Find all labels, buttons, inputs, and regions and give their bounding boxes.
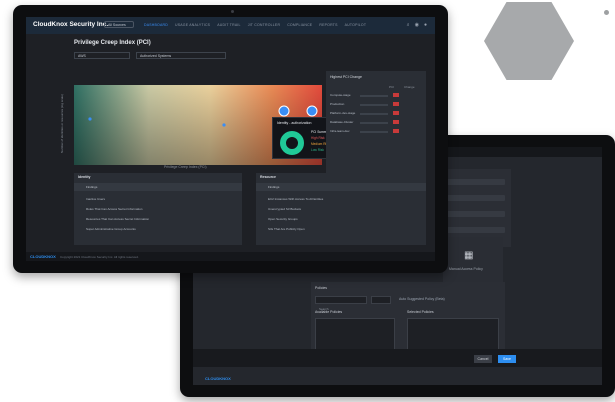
page-title: Privilege Creep Index (PCI) — [74, 40, 151, 46]
back-action-bar — [193, 349, 602, 367]
camera-dot — [231, 10, 234, 13]
panel-row[interactable]: Production — [330, 102, 422, 108]
data-bubble[interactable] — [278, 105, 290, 117]
pci-change-panel: Highest PCI Change PCI Change Compute-st… — [326, 71, 426, 177]
panel-row[interactable]: Database-Cluster — [330, 120, 422, 126]
popup-title: Identity - authorization — [277, 121, 312, 125]
available-title: Available Policies — [315, 310, 343, 314]
auto-suggest-option[interactable]: Auto Suggested Policy (Beta) — [399, 297, 445, 301]
search-input[interactable]: Search — [315, 296, 367, 311]
scope-select[interactable]: Authorized Systems — [136, 52, 226, 59]
finding-item[interactable]: Unencrypted S3 Buckets — [268, 207, 301, 211]
top-nav: CloudKnox Security Inc. All Sources DASH… — [26, 17, 435, 34]
finding-item[interactable]: Inactive Users — [86, 197, 105, 201]
front-screen: CloudKnox Security Inc. All Sources DASH… — [26, 17, 435, 261]
panel-title: Highest PCI Change — [330, 75, 362, 79]
nav-tabs: DASHBOARD USAGE ANALYTICS AUDIT TRAIL JI… — [144, 23, 366, 27]
save-button[interactable]: Save — [498, 355, 516, 363]
col-change: Change — [404, 85, 415, 89]
panel-row[interactable]: Compute-stage — [330, 93, 422, 99]
tab-dashboard[interactable]: DASHBOARD — [144, 23, 168, 27]
finding-item[interactable]: Roles That Can Access Secret Information — [86, 207, 142, 211]
tab-usage-analytics[interactable]: USAGE ANALYTICS — [175, 23, 210, 27]
col-pci: PCI — [389, 85, 395, 89]
donut-icon — [280, 131, 304, 155]
cancel-button[interactable]: Cancel — [474, 355, 492, 363]
type-select[interactable] — [371, 296, 391, 304]
decorative-hexagon — [484, 2, 574, 80]
decorative-dot — [604, 10, 609, 15]
data-point[interactable] — [222, 123, 226, 127]
section-title: Identity — [78, 175, 91, 179]
user-icon[interactable]: ● — [424, 22, 427, 28]
popup-line: High Risk — [311, 136, 325, 140]
finding-item[interactable]: Super Administrative Group Accounts — [86, 227, 136, 231]
panel-row[interactable]: Platform-dev-stage — [330, 111, 422, 117]
tile-caption: Manual Access Policy — [449, 267, 483, 271]
app-title: CloudKnox Security Inc. — [33, 21, 109, 28]
system-select[interactable]: AWS — [74, 52, 130, 59]
finding-item[interactable]: S3s That Are Publicly Open — [268, 227, 305, 231]
finding-item[interactable]: Resources That Can Access Secret Informa… — [86, 217, 149, 221]
panel-row[interactable]: Infra-team-dev — [330, 129, 422, 135]
tab-autopilot[interactable]: AUTOPILOT — [345, 23, 367, 27]
front-tablet: CloudKnox Security Inc. All Sources DASH… — [13, 5, 448, 273]
data-bubble[interactable] — [306, 105, 318, 117]
tab-audit-trail[interactable]: AUDIT TRAIL — [217, 23, 240, 27]
tab-compliance[interactable]: COMPLIANCE — [287, 23, 312, 27]
footer-copyright: Copyright 2021 CloudKnox Security Inc. A… — [60, 254, 139, 259]
section-title: Resource — [260, 175, 276, 179]
grid-icon: ▦ — [464, 250, 474, 261]
finding-item[interactable]: EC2 Instances With Access To All Entitie… — [268, 197, 323, 201]
search-icon[interactable]: ⌕ — [407, 22, 410, 28]
tab-reports[interactable]: REPORTS — [319, 23, 337, 27]
account-selector[interactable]: All Sources — [104, 21, 134, 28]
bell-icon[interactable]: ◉ — [415, 22, 419, 28]
selected-title: Selected Policies — [407, 310, 434, 314]
finding-item[interactable]: Open Security Groups — [268, 217, 298, 221]
back-footer-brand: CLOUDKNOX — [205, 376, 231, 381]
tab-jit-controller[interactable]: JIT CONTROLLER — [248, 23, 281, 27]
chart-x-label: Privilege Creep Index (PCI) — [164, 165, 207, 169]
footer: CLOUDKNOX Copyright 2021 CloudKnox Secur… — [26, 252, 435, 261]
form-title: Policies — [315, 286, 328, 290]
footer-brand: CLOUDKNOX — [30, 254, 56, 259]
popup-line: Low Risk — [311, 148, 324, 152]
identity-panel: Identity Findings Inactive Users Roles T… — [74, 173, 242, 245]
resource-panel: Resource Findings EC2 Instances With Acc… — [256, 173, 426, 245]
findings-header: Findings — [256, 183, 426, 191]
data-point[interactable] — [88, 117, 92, 121]
nav-icons: ⌕ ◉ ● — [407, 22, 427, 28]
chart-y-label: Number of identities or resources (log s… — [60, 94, 64, 154]
manual-policy-tile[interactable]: ▦ Manual Access Policy — [443, 237, 503, 283]
findings-header: Findings — [74, 183, 242, 191]
